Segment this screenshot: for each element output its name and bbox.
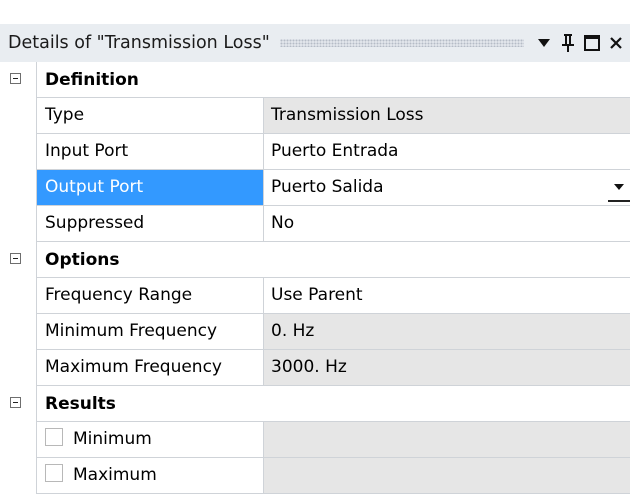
properties-grid: Definition Type Transmission Loss Input …: [0, 62, 630, 494]
group-label: Results: [36, 386, 630, 422]
property-row-result-minimum[interactable]: Minimum: [0, 422, 630, 458]
dropdown-arrow-icon[interactable]: [532, 28, 556, 58]
group-header-results[interactable]: Results: [0, 386, 630, 422]
row-gutter: [0, 422, 36, 458]
row-gutter: [0, 134, 36, 170]
property-value: [264, 422, 630, 458]
property-row-frequency-range[interactable]: Frequency Range Use Parent: [0, 278, 630, 314]
property-name: Type: [36, 98, 264, 134]
row-gutter: [0, 62, 36, 98]
titlebar-buttons: [532, 28, 630, 58]
property-name: Maximum Frequency: [36, 350, 264, 386]
property-row-suppressed[interactable]: Suppressed No: [0, 206, 630, 242]
property-value-dropdown[interactable]: Puerto Salida: [264, 170, 630, 206]
collapse-icon[interactable]: [10, 397, 21, 408]
dropdown-button[interactable]: [608, 173, 630, 202]
row-gutter: [0, 350, 36, 386]
collapse-icon[interactable]: [10, 253, 21, 264]
parameter-checkbox[interactable]: [45, 464, 63, 482]
maximize-icon[interactable]: [580, 28, 604, 58]
property-value: 3000. Hz: [264, 350, 630, 386]
property-label: Minimum: [73, 429, 152, 449]
panel-title: Details of "Transmission Loss": [8, 33, 270, 53]
row-gutter: [0, 314, 36, 350]
row-gutter: [0, 458, 36, 494]
chevron-down-icon: [614, 183, 624, 190]
property-label: Maximum: [73, 465, 157, 485]
property-value[interactable]: No: [264, 206, 630, 242]
property-name: Frequency Range: [36, 278, 264, 314]
row-gutter: [0, 242, 36, 278]
property-name: Minimum Frequency: [36, 314, 264, 350]
property-row-type[interactable]: Type Transmission Loss: [0, 98, 630, 134]
property-value: [264, 458, 630, 494]
row-gutter: [0, 98, 36, 134]
details-panel-titlebar: Details of "Transmission Loss": [0, 24, 630, 62]
dropdown-value: Puerto Salida: [271, 177, 384, 197]
property-name: Suppressed: [36, 206, 264, 242]
property-row-maximum-frequency[interactable]: Maximum Frequency 3000. Hz: [0, 350, 630, 386]
property-name: Input Port: [36, 134, 264, 170]
row-gutter: [0, 170, 36, 206]
property-row-minimum-frequency[interactable]: Minimum Frequency 0. Hz: [0, 314, 630, 350]
property-value: Transmission Loss: [264, 98, 630, 134]
property-name: Maximum: [36, 458, 264, 494]
row-gutter: [0, 386, 36, 422]
group-header-options[interactable]: Options: [0, 242, 630, 278]
row-gutter: [0, 206, 36, 242]
top-strip: [0, 0, 630, 24]
property-row-result-maximum[interactable]: Maximum: [0, 458, 630, 494]
pin-icon[interactable]: [556, 28, 580, 58]
property-value[interactable]: Use Parent: [264, 278, 630, 314]
property-row-input-port[interactable]: Input Port Puerto Entrada: [0, 134, 630, 170]
close-icon[interactable]: [604, 28, 628, 58]
property-value[interactable]: Puerto Entrada: [264, 134, 630, 170]
collapse-icon[interactable]: [10, 73, 21, 84]
property-value: 0. Hz: [264, 314, 630, 350]
property-row-output-port[interactable]: Output Port Puerto Salida: [0, 170, 630, 206]
parameter-checkbox[interactable]: [45, 428, 63, 446]
group-label: Definition: [36, 62, 630, 98]
drag-grip[interactable]: [279, 39, 524, 47]
group-header-definition[interactable]: Definition: [0, 62, 630, 98]
property-name: Minimum: [36, 422, 264, 458]
group-label: Options: [36, 242, 630, 278]
property-name-selected: Output Port: [36, 170, 264, 206]
row-gutter: [0, 278, 36, 314]
